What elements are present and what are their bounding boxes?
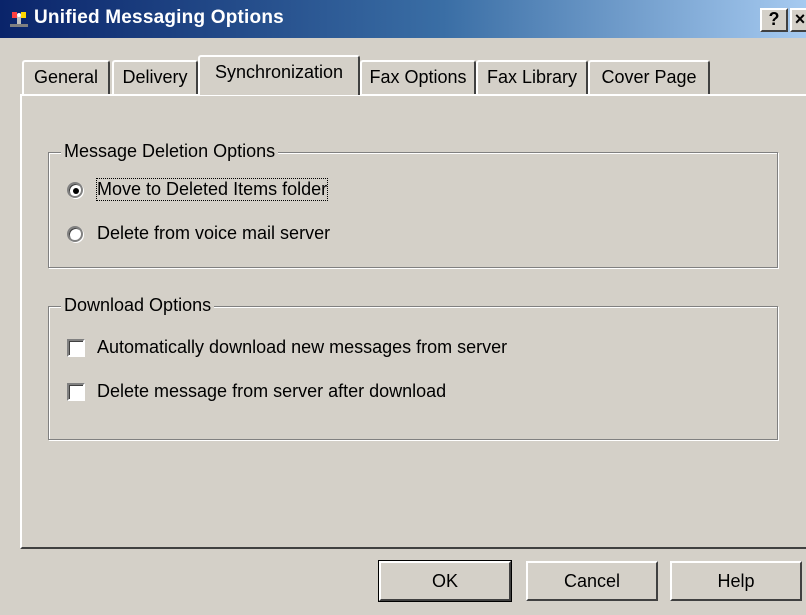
ok-button[interactable]: OK: [378, 560, 512, 602]
satellite-antenna-icon: [10, 12, 28, 27]
tab-delivery[interactable]: Delivery: [112, 60, 198, 94]
delete-from-voice-mail-server-label: Delete from voice mail server: [97, 223, 331, 243]
close-icon[interactable]: ×: [790, 8, 806, 32]
radio-move-to-deleted-items[interactable]: Move to Deleted Items folder: [67, 178, 367, 205]
delete-after-download-label: Delete message from server after downloa…: [97, 381, 447, 401]
radio-button-unselected[interactable]: [67, 226, 83, 242]
tab-fax-library[interactable]: Fax Library: [476, 60, 588, 94]
radio-delete-from-voice-mail-server[interactable]: Delete from voice mail server: [67, 223, 367, 249]
title-bar[interactable]: Unified Messaging Options ? ×: [0, 0, 806, 38]
tab-fax-options[interactable]: Fax Options: [360, 60, 476, 94]
checkbox-delete-after-download[interactable]: Delete message from server after downloa…: [67, 381, 547, 407]
synchronization-panel: Message Deletion Options Move to Deleted…: [20, 94, 806, 549]
message-deletion-groupbox: Message Deletion Options Move to Deleted…: [48, 141, 778, 268]
checkbox-auto-download[interactable]: Automatically download new messages from…: [67, 337, 547, 363]
cancel-button[interactable]: Cancel: [526, 561, 658, 601]
auto-download-label: Automatically download new messages from…: [97, 337, 508, 357]
move-to-deleted-items-label: Move to Deleted Items folder: [95, 178, 329, 201]
help-question-icon[interactable]: ?: [760, 8, 788, 32]
delete-after-download-checkbox[interactable]: [67, 383, 85, 401]
unified-messaging-options-dialog: Unified Messaging Options ? × General De…: [0, 0, 806, 615]
tab-synchronization[interactable]: Synchronization: [198, 55, 360, 95]
auto-download-checkbox[interactable]: [67, 339, 85, 357]
tab-cover-page[interactable]: Cover Page: [588, 60, 710, 94]
radio-button-selected[interactable]: [67, 182, 83, 198]
download-options-title: Download Options: [61, 295, 215, 316]
tab-general[interactable]: General: [22, 60, 110, 94]
message-deletion-title: Message Deletion Options: [61, 141, 279, 162]
window-title: Unified Messaging Options: [34, 7, 284, 28]
download-options-groupbox: Download Options Automatically download …: [48, 295, 778, 440]
help-button[interactable]: Help: [670, 561, 802, 601]
